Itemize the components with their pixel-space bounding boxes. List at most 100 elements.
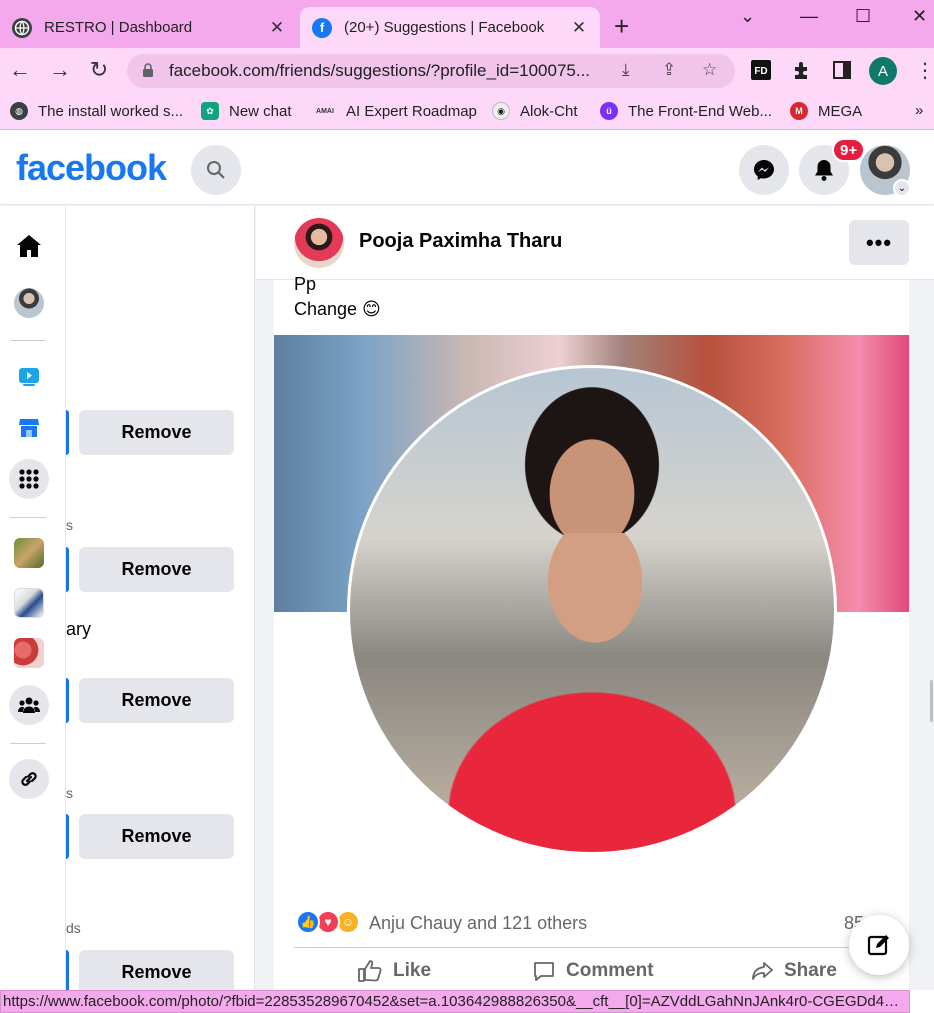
confirm-button-edge[interactable] [66,814,69,859]
share-button[interactable]: Share [750,959,837,983]
mutual-friends-text: ds [66,920,81,936]
scrollbar-thumb[interactable] [930,680,933,722]
bookmark-item[interactable]: M MEGA [790,102,862,120]
shortcut-page-icon[interactable] [9,583,49,623]
like-button[interactable]: Like [357,959,431,983]
reload-icon[interactable]: ↻ [87,58,111,82]
facebook-logo[interactable]: facebook [16,147,167,189]
thumbs-up-icon [358,960,382,982]
confirm-button-edge[interactable] [66,678,69,723]
comment-button[interactable]: Comment [532,959,654,983]
mutual-friends-text: s [66,517,73,533]
browser-menu-icon[interactable]: ⋮ [915,58,934,83]
confirm-button-edge[interactable] [66,950,69,995]
browser-profile-avatar[interactable]: A [869,57,897,85]
forward-icon[interactable]: → [48,58,72,82]
openai-icon: ✿ [201,102,219,120]
author-avatar[interactable] [294,218,344,268]
github-icon: ◉ [492,102,510,120]
facebook-header: facebook 9+ ⌄ [0,131,934,205]
share-page-icon[interactable]: ⇪ [662,60,676,80]
chevron-down-icon[interactable]: ⌄ [893,179,911,197]
suggestion-name: ary [66,619,92,639]
facebook-icon: f [312,17,332,38]
share-icon [752,962,773,980]
comment-label: Comment [566,960,654,981]
notification-badge: 9+ [832,138,866,162]
bookmark-item[interactable]: ◉ Alok-Cht [492,102,578,120]
remove-button[interactable]: Remove [79,410,234,455]
more-options-button[interactable]: ••• [849,220,909,265]
profile-picture-photo[interactable] [274,335,909,895]
bookmark-item[interactable]: ü The Front-End Web... [600,102,772,120]
amai-icon: AMAI [316,107,334,115]
watch-icon[interactable] [9,356,49,396]
side-panel-icon[interactable] [831,59,853,86]
link-icon[interactable] [9,759,49,799]
reaction-icons: 👍 ♥ ☺ [296,910,360,934]
tab-restro-dashboard[interactable]: RESTRO | Dashboard ✕ [0,7,298,48]
search-button[interactable] [191,145,241,195]
globe-icon [12,17,32,38]
svg-text:FD: FD [754,66,767,77]
shortcut-group-icon[interactable] [9,533,49,573]
home-icon[interactable] [9,226,49,266]
author-name[interactable]: Pooja Paximha Tharu [359,230,562,253]
friend-suggestions-list: Remove s Remove ary Remove s Remove ds R… [66,206,255,995]
mega-icon: M [790,102,808,120]
bookmark-star-icon[interactable]: ☆ [702,60,717,80]
rail-divider [10,517,46,518]
left-navigation-rail [0,206,66,990]
remove-button[interactable]: Remove [79,547,234,592]
rail-divider [10,340,46,341]
comment-icon [534,962,554,981]
tab-title: RESTRO | Dashboard [44,19,193,36]
link-status-bar: https://www.facebook.com/photo/?fbid=228… [0,990,910,1013]
profile-picture-frame [347,365,837,855]
mutual-friends-text: s [66,785,73,801]
bookmark-item[interactable]: ✿ New chat [201,102,292,120]
fd-extension-icon[interactable]: FD [750,59,772,86]
new-message-button[interactable] [849,915,909,975]
new-tab-button[interactable]: + [614,12,629,40]
close-tab-icon[interactable]: ✕ [570,18,588,38]
menu-grid-icon[interactable] [9,459,49,499]
remove-button[interactable]: Remove [79,814,234,859]
confirm-button-edge[interactable] [66,410,69,455]
close-window-icon[interactable]: ✕ [912,6,927,27]
post-footer: 👍 ♥ ☺ Anju Chauy and 121 others 85 Like … [274,895,909,990]
marketplace-icon[interactable] [9,408,49,448]
bookmarks-overflow-icon[interactable]: » [915,102,923,119]
post-caption-line: Change 😊 [294,299,381,319]
address-bar[interactable]: facebook.com/friends/suggestions/?profil… [127,54,735,88]
remove-button[interactable]: Remove [79,678,234,723]
tab-title: (20+) Suggestions | Facebook [344,19,545,36]
globe-icon: ◍ [10,102,28,120]
bell-icon [815,160,833,181]
profile-avatar[interactable] [9,283,49,323]
like-reaction-icon: 👍 [296,910,320,934]
remove-button[interactable]: Remove [79,950,234,995]
groups-icon[interactable] [9,685,49,725]
post-caption-line: Pp [294,274,317,294]
bookmarks-bar: ◍ The install worked s... ✿ New chat AMA… [0,94,934,130]
close-tab-icon[interactable]: ✕ [268,18,286,38]
rail-divider [10,743,46,744]
maximize-icon[interactable]: ☐ [855,6,871,27]
browser-toolbar: ← → ↻ facebook.com/friends/suggestions/?… [0,48,934,94]
install-icon[interactable]: ⤓ [622,60,630,80]
bookmark-item[interactable]: ◍ The install worked s... [10,102,183,120]
browser-tab-strip: RESTRO | Dashboard ✕ f (20+) Suggestions… [0,0,934,48]
back-icon[interactable]: ← [8,58,32,82]
messenger-button[interactable] [739,145,789,195]
tab-facebook-suggestions[interactable]: f (20+) Suggestions | Facebook ✕ [300,7,600,48]
shortcut-page-icon[interactable] [9,633,49,673]
bookmark-item[interactable]: AMAI AI Expert Roadmap [314,102,477,120]
minimize-icon[interactable]: — [800,6,818,27]
messenger-icon [754,160,774,180]
tab-search-icon[interactable]: ⌄ [740,6,755,27]
extensions-puzzle-icon[interactable] [791,59,813,86]
reactions-text[interactable]: Anju Chauy and 121 others [369,913,587,934]
reactions-summary[interactable]: 👍 ♥ ☺ Anju Chauy and 121 others 85 [294,896,894,948]
confirm-button-edge[interactable] [66,547,69,592]
